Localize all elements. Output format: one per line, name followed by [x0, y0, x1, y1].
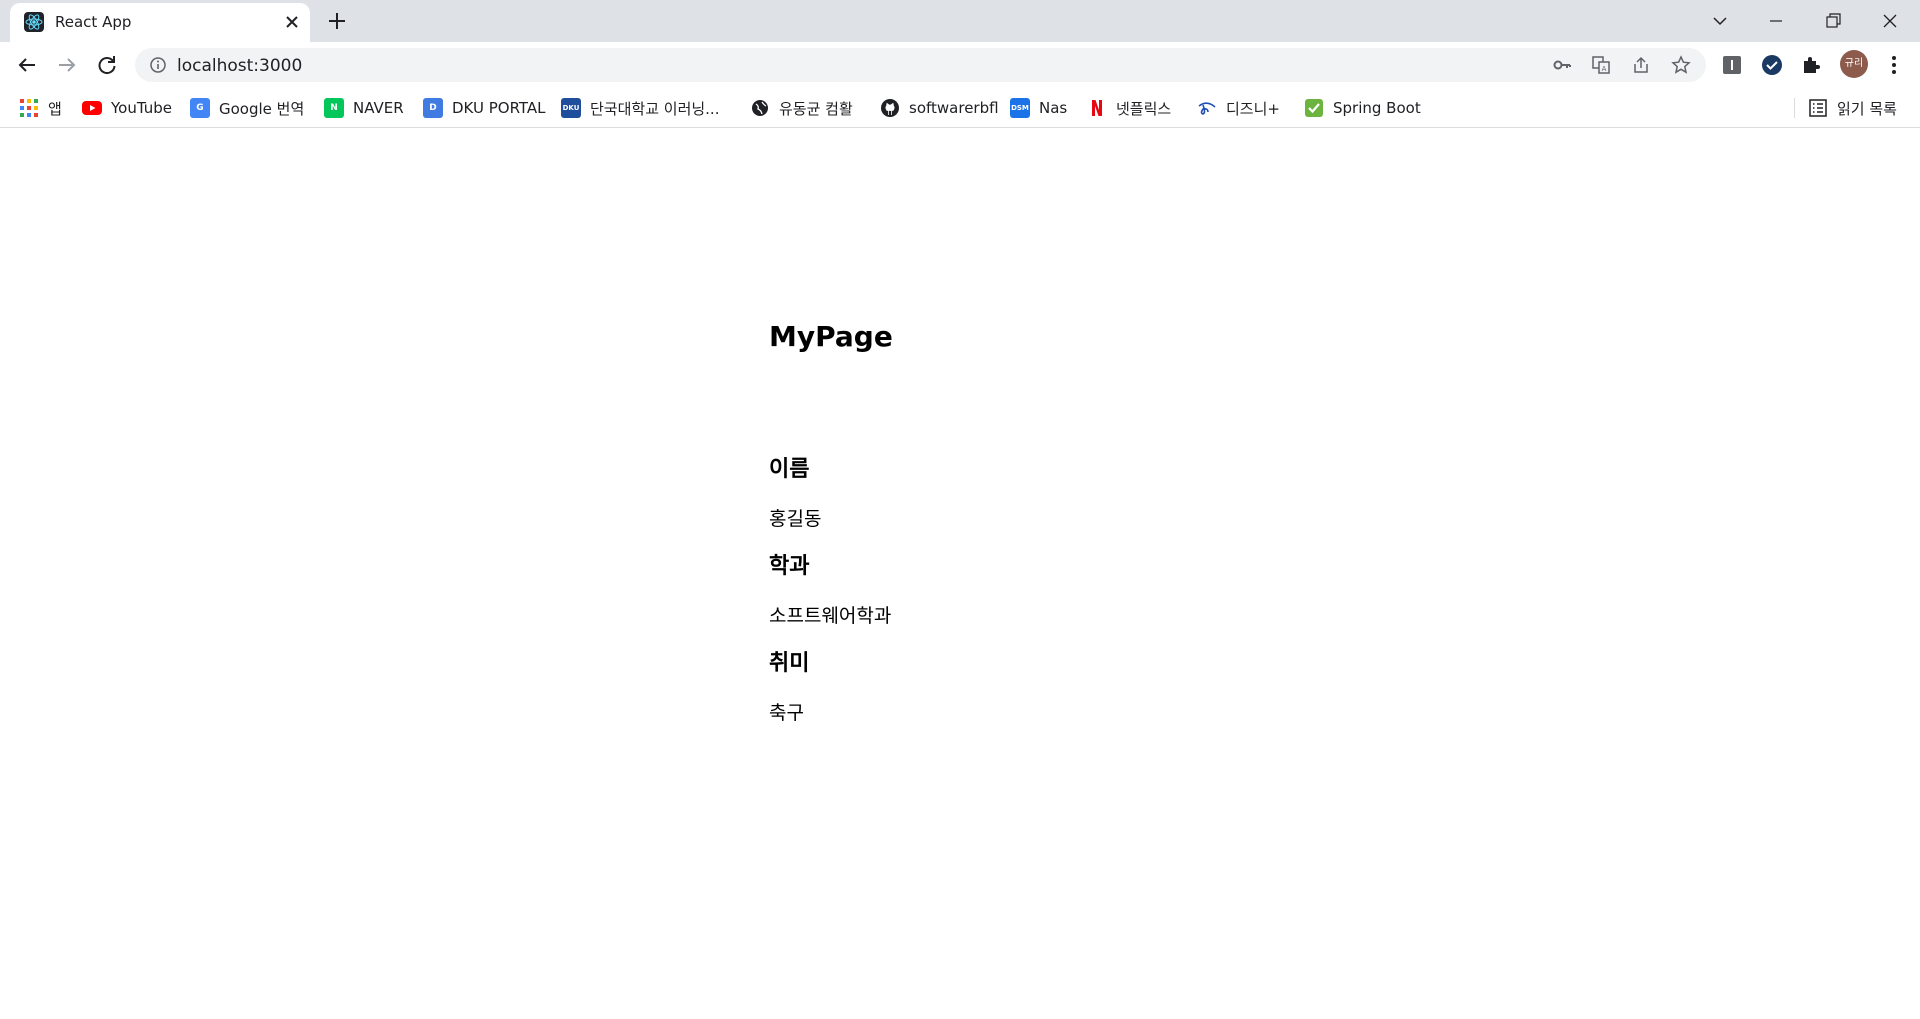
tab-title: React App — [55, 13, 132, 31]
bookmark-star-icon[interactable] — [1671, 55, 1691, 75]
page-title: MyPage — [769, 320, 893, 353]
bookmark-label: 단국대학교 이러닝... — [590, 99, 720, 118]
bookmark-label: Google 번역 — [219, 99, 305, 118]
github-icon — [880, 98, 900, 118]
site-info-icon[interactable] — [149, 56, 167, 74]
avatar[interactable]: 규리 — [1840, 50, 1868, 78]
reading-list-icon — [1808, 98, 1828, 118]
bookmark-label: 디즈니+ — [1226, 99, 1280, 118]
mypage-content: MyPage 이름 홍길동 학과 소프트웨어학과 취미 축구 — [769, 320, 909, 747]
bookmark-label: Nas — [1039, 99, 1068, 117]
bookmarks-bar: 앱 YouTube G Google 번역 N NAVER D DKU PORT… — [0, 88, 1920, 128]
reading-list-button[interactable]: 읽기 목록 — [1808, 95, 1897, 121]
tab-strip: React App — [0, 0, 1920, 42]
bookmark-google-translate[interactable]: G Google 번역 — [190, 95, 304, 121]
bookmark-disney-plus[interactable]: 디즈니+ — [1197, 95, 1280, 121]
bookmark-apps[interactable]: 앱 — [19, 95, 62, 121]
reading-list-label: 읽기 목록 — [1837, 99, 1897, 118]
close-icon[interactable] — [282, 12, 302, 32]
url-text[interactable]: localhost:3000 — [177, 56, 302, 76]
naver-icon: N — [324, 98, 344, 118]
bookmark-dku-portal[interactable]: D DKU PORTAL — [423, 95, 546, 121]
bookmarks-divider — [1794, 98, 1795, 118]
translate-icon[interactable]: A — [1591, 55, 1611, 75]
close-window-button[interactable] — [1876, 7, 1904, 35]
share-icon[interactable] — [1631, 55, 1651, 75]
bookmark-dku-elearning[interactable]: DKU 단국대학교 이러닝... — [561, 95, 719, 121]
hobby-label: 취미 — [769, 651, 810, 676]
minimize-button[interactable] — [1762, 7, 1790, 35]
bookmark-youtube[interactable]: YouTube — [82, 95, 172, 121]
globe-icon — [750, 98, 770, 118]
menu-kebab-icon[interactable] — [1882, 53, 1906, 77]
key-icon[interactable] — [1552, 55, 1572, 75]
check-badge-icon[interactable] — [1760, 53, 1784, 77]
bookmark-naver[interactable]: N NAVER — [324, 95, 404, 121]
department-label: 학과 — [769, 554, 810, 579]
extensions-puzzle-icon[interactable] — [1800, 53, 1824, 77]
bookmark-github[interactable]: softwarerbfl — [880, 95, 999, 121]
forward-button[interactable] — [53, 51, 81, 79]
check-icon — [1304, 98, 1324, 118]
tab-search-icon[interactable] — [1706, 7, 1734, 35]
bookmark-label: 앱 — [48, 99, 62, 118]
name-label: 이름 — [769, 457, 810, 482]
dku-elearning-icon: DKU — [561, 98, 581, 118]
bookmark-label: NAVER — [353, 99, 404, 117]
react-icon — [24, 12, 44, 32]
browser-toolbar: localhost:3000 A 규리 — [0, 42, 1920, 88]
name-value: 홍길동 — [769, 508, 822, 530]
department-value: 소프트웨어학과 — [769, 605, 892, 627]
google-translate-icon: G — [190, 98, 210, 118]
bookmark-label: Spring Boot — [1333, 99, 1421, 117]
bookmark-label: DKU PORTAL — [452, 99, 546, 117]
youtube-icon — [82, 98, 102, 118]
restore-button[interactable] — [1819, 7, 1847, 35]
hobby-value: 축구 — [769, 702, 804, 724]
address-bar[interactable]: localhost:3000 A — [135, 48, 1706, 82]
new-tab-button[interactable] — [326, 10, 348, 32]
nas-icon: DSM — [1010, 98, 1030, 118]
bookmark-globe[interactable]: 유동균 컴활 — [750, 95, 853, 121]
reload-button[interactable] — [93, 51, 121, 79]
bookmark-label: YouTube — [111, 99, 172, 117]
bookmark-label: 유동균 컴활 — [779, 99, 853, 118]
back-button[interactable] — [13, 51, 41, 79]
active-tab[interactable]: React App — [10, 3, 310, 42]
bookmark-nas[interactable]: DSM Nas — [1010, 95, 1067, 121]
dku-portal-icon: D — [423, 98, 443, 118]
extension-icon[interactable] — [1720, 53, 1744, 77]
bookmark-spring-boot[interactable]: Spring Boot — [1304, 95, 1421, 121]
svg-text:A: A — [1602, 65, 1607, 73]
disney-plus-icon — [1197, 98, 1217, 118]
bookmark-netflix[interactable]: 넷플릭스 — [1087, 95, 1171, 121]
netflix-icon — [1087, 98, 1107, 118]
bookmark-label: softwarerbfl — [909, 99, 999, 117]
apps-grid-icon — [19, 98, 39, 118]
bookmark-label: 넷플릭스 — [1116, 99, 1172, 118]
